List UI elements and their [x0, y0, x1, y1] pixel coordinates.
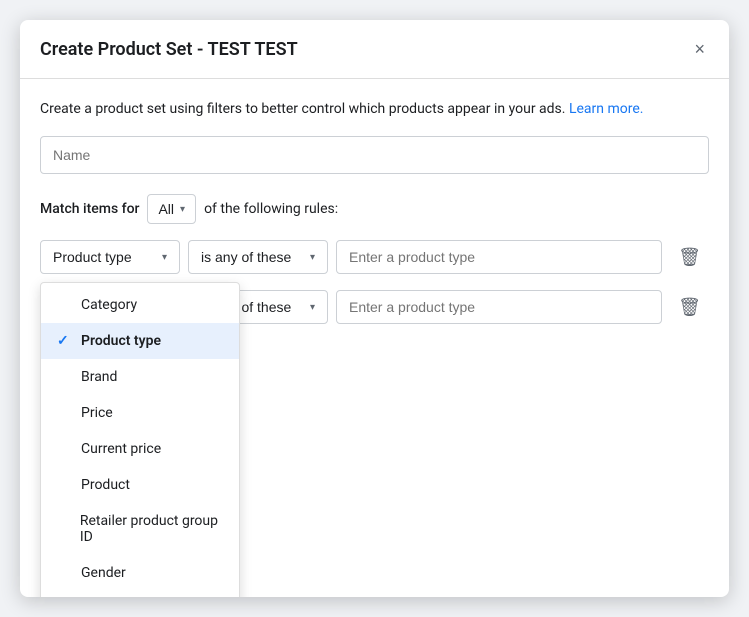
chevron-down-icon: ▾ — [310, 252, 315, 263]
description-text: Create a product set using filters to be… — [40, 99, 709, 120]
dropdown-item-brand[interactable]: Brand — [41, 359, 239, 395]
rule-condition-label: is any of these — [201, 249, 291, 265]
close-button[interactable]: × — [690, 36, 709, 62]
rule-value-input[interactable] — [336, 240, 662, 274]
chevron-down-icon: ▾ — [310, 302, 315, 313]
dropdown-item-label: Current price — [81, 441, 161, 457]
dropdown-item-product-type[interactable]: ✓ Product type — [41, 323, 239, 359]
dropdown-item-condition[interactable]: Condition — [41, 591, 239, 597]
chevron-down-icon: ▾ — [162, 252, 167, 263]
dropdown-item-label: Brand — [81, 369, 117, 385]
name-input[interactable] — [40, 136, 709, 174]
dropdown-item-label: Retailer product group ID — [80, 513, 223, 545]
rule-type-container: Product type ▾ Category ✓ Product type — [40, 240, 180, 274]
match-dropdown-value: All — [158, 201, 174, 217]
bottom-delete-rule-button[interactable]: 🗑 — [670, 293, 709, 322]
rule-type-dropdown-menu: Category ✓ Product type Brand Price — [40, 282, 240, 597]
match-row: Match items for All ▾ of the following r… — [40, 194, 709, 224]
dropdown-item-label: Product — [81, 477, 130, 493]
match-label: Match items for — [40, 201, 139, 217]
modal-header: Create Product Set - TEST TEST × — [20, 20, 729, 79]
rule-condition-dropdown[interactable]: is any of these ▾ — [188, 240, 328, 274]
modal-body: Create a product set using filters to be… — [20, 79, 729, 344]
learn-more-link[interactable]: Learn more. — [569, 101, 644, 117]
trash-icon: 🗑 — [678, 297, 701, 317]
dropdown-item-label: Product type — [81, 333, 161, 349]
rules-text: of the following rules: — [204, 201, 338, 217]
dropdown-item-label: Gender — [81, 565, 126, 581]
dropdown-item-price[interactable]: Price — [41, 395, 239, 431]
description-main: Create a product set using filters to be… — [40, 101, 565, 117]
dropdown-item-label: Category — [81, 297, 137, 313]
rule-type-label: Product type — [53, 249, 132, 265]
dropdown-item-category[interactable]: Category — [41, 287, 239, 323]
match-dropdown[interactable]: All ▾ — [147, 194, 196, 224]
dropdown-item-product[interactable]: Product — [41, 467, 239, 503]
delete-rule-button[interactable]: 🗑 — [670, 243, 709, 272]
rule-type-dropdown[interactable]: Product type ▾ — [40, 240, 180, 274]
trash-icon: 🗑 — [678, 247, 701, 267]
chevron-down-icon: ▾ — [180, 204, 185, 215]
rule-row: Product type ▾ Category ✓ Product type — [40, 240, 709, 274]
dropdown-item-current-price[interactable]: Current price — [41, 431, 239, 467]
bottom-value-input[interactable] — [336, 290, 662, 324]
check-icon: ✓ — [57, 333, 73, 349]
create-product-set-modal: Create Product Set - TEST TEST × Create … — [20, 20, 729, 597]
modal-title: Create Product Set - TEST TEST — [40, 39, 298, 60]
dropdown-item-retailer-product-group-id[interactable]: Retailer product group ID — [41, 503, 239, 555]
dropdown-item-label: Price — [81, 405, 113, 421]
dropdown-item-gender[interactable]: Gender — [41, 555, 239, 591]
